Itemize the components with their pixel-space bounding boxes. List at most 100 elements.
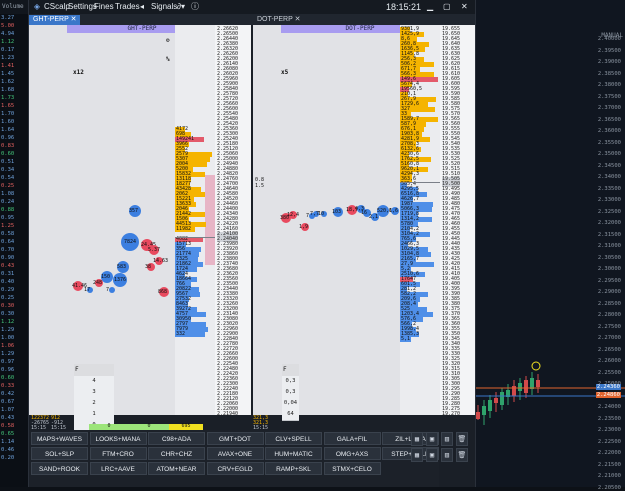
price-axis-tick: 2.33500 — [597, 185, 621, 192]
pair-button[interactable]: RAMP+SKL — [265, 462, 322, 475]
price-level[interactable]: 2.21940 — [217, 412, 238, 416]
layout-icon[interactable]: ▦ — [411, 432, 423, 446]
candle-body — [524, 380, 528, 393]
close-window-icon[interactable]: ✕ — [461, 0, 468, 14]
pair-button[interactable]: CHR+CHZ — [148, 447, 205, 460]
grid-icon[interactable]: ▥ — [441, 432, 453, 446]
volume-row: 0.54 — [1, 175, 15, 181]
menu-fines[interactable]: Fines — [94, 0, 114, 14]
pair-button[interactable]: LRC+AAVE — [89, 462, 147, 475]
volume-row: 0.20 — [1, 455, 15, 461]
menu-settings[interactable]: Settings — [68, 0, 97, 14]
trade-bubble-label: 7824 — [124, 239, 137, 245]
size-option[interactable]: 64 — [282, 409, 299, 421]
price-axis-tick: 2.32000 — [597, 220, 621, 226]
pair-button[interactable]: OMG+AXS — [323, 447, 381, 460]
candle-body — [536, 380, 540, 387]
last-price-label: 2.24360 — [595, 384, 621, 390]
volume-row: 0.33 — [1, 383, 15, 389]
trade-bubble-label: 2,1 — [369, 214, 379, 220]
ght-ladder-volumes[interactable]: 4172 698 149241 3966 2552 2579 5307 2004 5200 158… — [175, 25, 251, 415]
volume-row: 0.88 — [1, 207, 15, 213]
volume-row: 1.45 — [1, 71, 15, 77]
volume-row: 5.00 — [1, 23, 15, 29]
price-axis-tick: 2.38000 — [597, 82, 621, 88]
pair-button[interactable]: LOOKS+MANA — [89, 432, 147, 445]
candle-body — [500, 392, 504, 405]
help-icon[interactable]: ⓘ — [191, 0, 199, 14]
folder-alt-icon[interactable]: ▣ — [426, 448, 438, 462]
pair-button[interactable]: FTM+CRO — [89, 447, 147, 460]
price-axis-tick: 2.34500 — [597, 162, 621, 169]
pair-button[interactable]: MAPS+WAVES — [31, 432, 88, 445]
ght-percent[interactable]: % — [166, 56, 170, 63]
maximize-icon[interactable]: ▢ — [443, 0, 451, 14]
pair-button[interactable]: ATOM+NEAR — [148, 462, 205, 475]
volume-row: 0.96 — [1, 367, 15, 373]
tab-dot-perp[interactable]: DOT-PERP ✕ — [253, 15, 304, 25]
volume-row: 1.60 — [1, 119, 15, 125]
menu-trades[interactable]: Trades — [115, 0, 140, 14]
candle-body — [530, 378, 534, 389]
trade-bubble-label: 16 — [361, 210, 368, 216]
ght-price-column[interactable]: 2.26620 2.26500 2.26440 2.26380 2.26320 2.262… — [215, 25, 251, 415]
volume-row: 0.70 — [1, 247, 15, 253]
volume-row: 1.12 — [1, 319, 15, 325]
background-market-list: Volume 3.27 5.00 4.94 1.12 0.17 1.23 1.41 1.45 1… — [0, 0, 29, 487]
volume-row: 1.41 — [1, 63, 15, 69]
tab-ght-perp[interactable]: GHT-PERP ✕ — [29, 15, 81, 25]
volume-row: 1.68 — [1, 87, 15, 93]
pair-button[interactable]: GMT+DOT — [206, 432, 264, 445]
pair-button[interactable]: HUM+MATIC — [265, 447, 322, 460]
price-axis-tick: 2.40000 — [597, 36, 621, 42]
price-axis-tick: 2.37000 — [597, 105, 621, 111]
ght-order-book-panel: GHT-PERP ⚙ % x12 4172 698 149241 3966 2552 25… — [29, 25, 251, 415]
price-axis-tick: 2.34000 — [597, 174, 621, 180]
minimize-icon[interactable]: ▁ — [427, 0, 433, 14]
layout-alt-icon[interactable]: ▦ — [411, 448, 423, 462]
bid-volume[interactable]: 5,1 — [400, 337, 410, 342]
volume-row: 0.58 — [1, 423, 15, 429]
pair-button[interactable]: SAND+ROOK — [31, 462, 88, 475]
pair-button[interactable]: STMX+CELO — [323, 462, 381, 475]
delete-icon[interactable]: 🗑 — [456, 432, 468, 446]
pair-button[interactable]: AVAX+ONE — [206, 447, 264, 460]
pair-button[interactable]: GALA+FIL — [323, 432, 381, 445]
pair-button[interactable]: CRV+EGLD — [206, 462, 264, 475]
menu-signals[interactable]: Signals — [151, 0, 177, 14]
dot-filter-label: F — [283, 366, 287, 373]
price-axis-tick: 2.22500 — [597, 438, 621, 445]
ask-zone-highlight — [205, 175, 215, 265]
volume-row: 0.30 — [1, 303, 15, 309]
pair-button[interactable]: CLV+SPELL — [265, 432, 322, 445]
volume-row: 0.97 — [1, 359, 15, 365]
app-logo-icon: ◈ — [33, 2, 41, 11]
trade-bubble-label: 583 — [117, 264, 127, 270]
volume-row: 0.24 — [1, 199, 15, 205]
pair-button[interactable]: SOL+SLP — [31, 447, 88, 460]
trade-bubble-label: 14.63 — [153, 258, 169, 264]
bid-volume[interactable]: 332 — [175, 332, 185, 337]
settings-gear-icon[interactable]: ⚙ — [166, 37, 170, 44]
volume-row: 1.62 — [1, 79, 15, 85]
instrument-tabs: GHT-PERP ✕ DOT-PERP ✕ — [29, 14, 475, 25]
pair-button[interactable]: C98+ADA — [148, 432, 205, 445]
price-axis-tick: 2.26500 — [597, 346, 621, 353]
price-chart[interactable]: MANUAL 2.40000 2.39500 2.39000 2.38500 2.380… — [474, 0, 625, 491]
ask-volume[interactable]: 11982 — [175, 227, 191, 232]
volume-row: 0.65 — [1, 431, 15, 437]
folder-icon[interactable]: ▣ — [426, 432, 438, 446]
volume-row: 0.95 — [1, 215, 15, 221]
price-level[interactable]: 19.270 — [442, 412, 460, 416]
price-axis-tick: 2.29000 — [597, 289, 621, 295]
arrow-left-icon[interactable]: ◂ — [140, 0, 144, 14]
close-tab-icon[interactable]: ✕ — [295, 16, 301, 23]
dot-price-column[interactable]: 19.655 19.650 19.645 19.640 19.635 19.630 19.6… — [440, 25, 475, 415]
tab-label: DOT-PERP — [257, 16, 293, 23]
signal-wave-icon[interactable]: ∂▾ — [177, 0, 185, 14]
close-tab-icon[interactable]: ✕ — [71, 16, 77, 23]
delete-alt-icon[interactable]: 🗑 — [456, 448, 468, 462]
grid-alt-icon[interactable]: ▥ — [441, 448, 453, 462]
dot-ladder-volumes[interactable]: 9301,9 1425,9 8,6 260,8 1636,5 1145,8 256,3 506… — [400, 25, 475, 415]
volume-row: 0.25 — [1, 183, 15, 189]
